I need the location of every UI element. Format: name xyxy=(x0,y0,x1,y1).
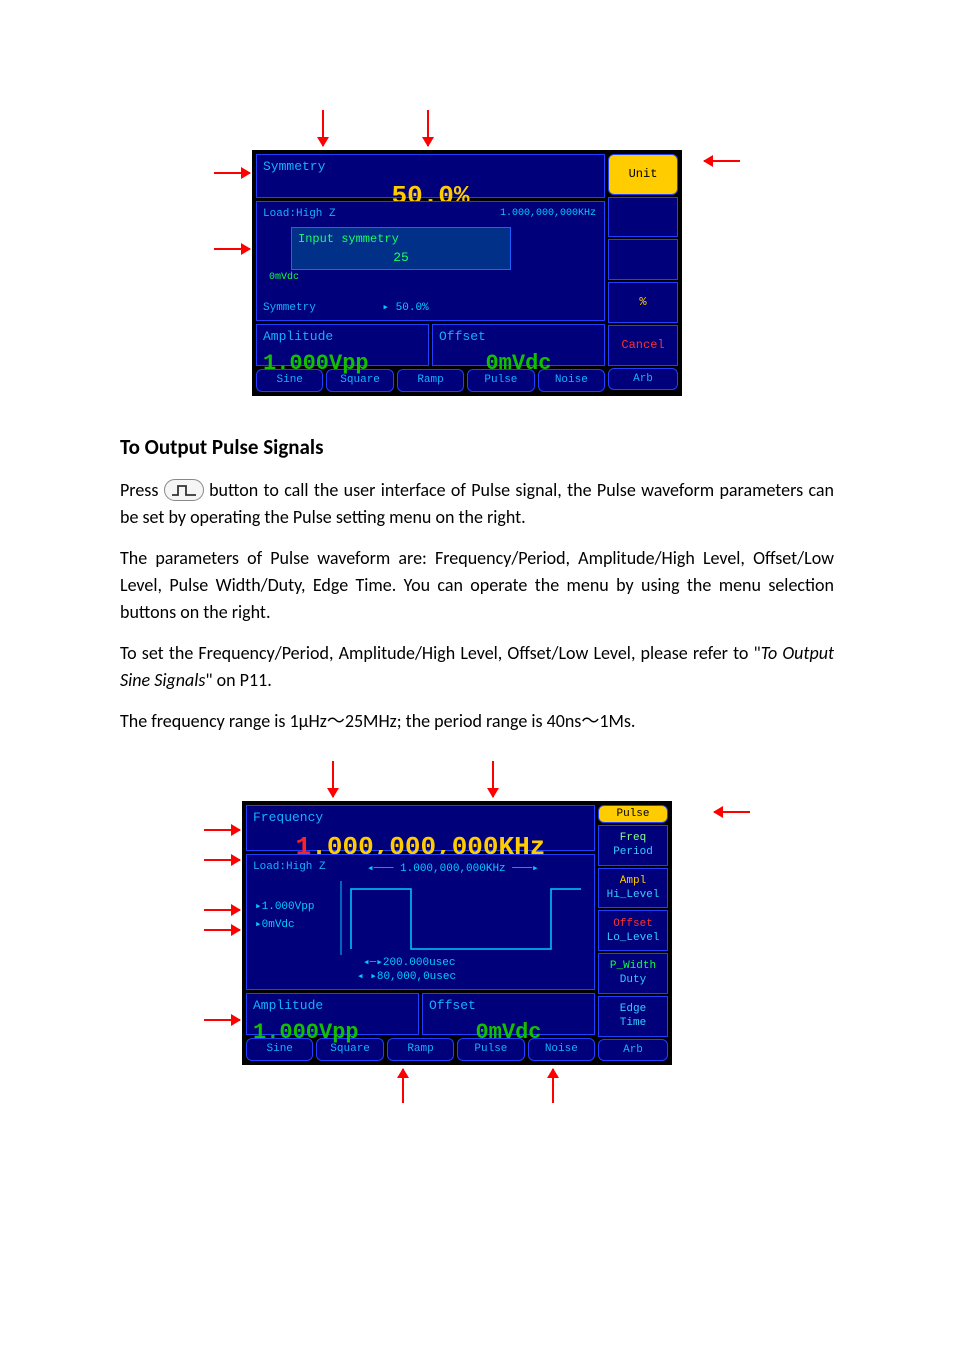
f2-side-ampl-hi[interactable]: Ampl Hi_Level xyxy=(598,868,668,909)
para-1: Press button to call the user interface … xyxy=(120,477,834,531)
offset-title: Offset xyxy=(433,325,604,347)
f2-amplitude-value[interactable]: 1.000Vpp xyxy=(247,1016,418,1053)
figure-pulse: Frequency 1.000,000,000KHz Load:High Z ◂… xyxy=(120,761,834,1101)
para-3: To set the Frequency/Period, Amplitude/H… xyxy=(120,640,834,694)
fig2-bottom-arrows xyxy=(242,1065,712,1101)
f2-offset-value[interactable]: 0mVdc xyxy=(423,1016,594,1053)
symmetry-title: Symmetry xyxy=(257,155,604,177)
f2-arrow-left-1 xyxy=(204,829,240,831)
scope-symmetry: Symmetry 50.0% Load:High Z 1.000,000,000… xyxy=(252,150,682,396)
para-4: The frequency range is 1μHz～25MHz; the p… xyxy=(120,708,834,735)
input-symmetry-label: Input symmetry xyxy=(298,230,504,248)
side-percent-button[interactable]: % xyxy=(608,282,678,323)
f2-side-pulse[interactable]: Pulse xyxy=(598,805,668,823)
fig1-top-arrows xyxy=(252,110,702,150)
arrow-left-1 xyxy=(214,172,250,174)
f2-side-offset-lo[interactable]: Offset Lo_Level xyxy=(598,910,668,951)
side-unit-button[interactable]: Unit xyxy=(608,154,678,195)
f2-side-arb[interactable]: Arb xyxy=(598,1039,668,1062)
side-arb-button[interactable]: Arb xyxy=(608,368,678,391)
f2-side-freq-period[interactable]: Freq Period xyxy=(598,825,668,866)
section-title: To Output Pulse Signals xyxy=(120,432,834,464)
side-blank-2 xyxy=(608,239,678,280)
fig2-top-arrows xyxy=(242,761,712,801)
input-symmetry-value[interactable]: 25 xyxy=(298,248,504,268)
f2-side-pwidth-duty[interactable]: P_Width Duty xyxy=(598,953,668,994)
f2-arrow-left-4 xyxy=(204,929,240,931)
f2-arrow-left-5 xyxy=(204,1019,240,1021)
f2-arrow-right-1 xyxy=(714,811,750,813)
side-blank-1 xyxy=(608,197,678,238)
amplitude-value[interactable]: 1.000Vpp xyxy=(257,347,428,384)
scope-pulse: Frequency 1.000,000,000KHz Load:High Z ◂… xyxy=(242,801,672,1065)
para-2: The parameters of Pulse waveform are: Fr… xyxy=(120,545,834,626)
f2-side-edge-time[interactable]: Edge Time xyxy=(598,996,668,1037)
arrow-right-1 xyxy=(704,160,740,162)
offset-value[interactable]: 0mVdc xyxy=(433,347,604,384)
figure-symmetry: Symmetry 50.0% Load:High Z 1.000,000,000… xyxy=(120,110,834,396)
frequency-title: Frequency xyxy=(247,806,594,828)
arrow-left-2 xyxy=(214,248,250,250)
side-cancel-button[interactable]: Cancel xyxy=(608,325,678,366)
amplitude-title: Amplitude xyxy=(257,325,428,347)
f2-arrow-left-3 xyxy=(204,909,240,911)
f2-amplitude-title: Amplitude xyxy=(247,994,418,1016)
f2-arrow-left-2 xyxy=(204,859,240,861)
pulse-button-icon xyxy=(164,479,204,501)
f2-offset-title: Offset xyxy=(423,994,594,1016)
